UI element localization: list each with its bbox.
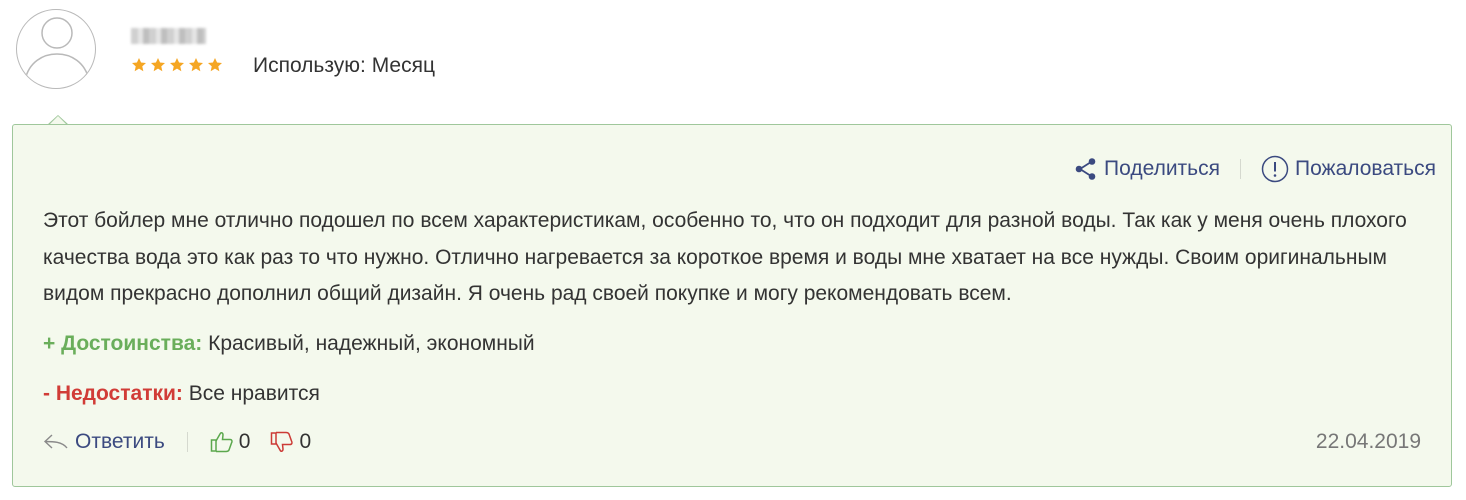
like-button[interactable]: 0 [210, 430, 251, 454]
cons-text: Все нравится [188, 382, 320, 405]
thumbs-up-icon [210, 432, 233, 453]
cons-row: - Недостатки: Все нравится [43, 382, 320, 406]
exclamation-circle-icon [1261, 155, 1289, 183]
review-date: 22.04.2019 [1315, 430, 1421, 453]
star-icon [170, 58, 184, 72]
reply-arrow-icon [43, 434, 68, 449]
dislike-button[interactable]: 0 [270, 430, 311, 454]
reply-label: Ответить [75, 430, 165, 453]
cons-label: - Недостатки: [43, 382, 183, 405]
share-label: Поделиться [1104, 157, 1220, 180]
review-text: Этот бойлер мне отлично подошел по всем … [43, 209, 1407, 305]
star-icon [189, 58, 203, 72]
username-blurred [131, 28, 206, 44]
star-icon [151, 58, 165, 72]
pros-row: + Достоинства: Красивый, надежный, эконо… [43, 332, 535, 356]
star-icon [208, 58, 222, 72]
share-icon [1075, 158, 1096, 180]
usage-duration: Использую: Месяц [253, 54, 435, 77]
share-button[interactable]: Поделиться [1074, 157, 1220, 181]
review-footer: Ответить 0 0 [43, 430, 311, 454]
pros-label: + Достоинства: [43, 332, 203, 355]
reply-button[interactable]: Ответить [43, 430, 165, 454]
user-avatar-icon [24, 17, 90, 81]
report-button[interactable]: Пожаловаться [1261, 155, 1436, 183]
rating-stars [131, 57, 223, 73]
review-actions: Поделиться Пожаловаться [1074, 155, 1436, 183]
pros-text: Красивый, надежный, экономный [208, 332, 535, 355]
avatar [16, 9, 96, 89]
thumbs-down-icon [271, 431, 294, 452]
star-icon [132, 58, 146, 72]
actions-divider [1239, 159, 1241, 179]
dislike-count: 0 [299, 430, 312, 453]
like-count: 0 [238, 430, 251, 453]
footer-divider [186, 432, 188, 452]
report-label: Пожаловаться [1294, 157, 1436, 180]
